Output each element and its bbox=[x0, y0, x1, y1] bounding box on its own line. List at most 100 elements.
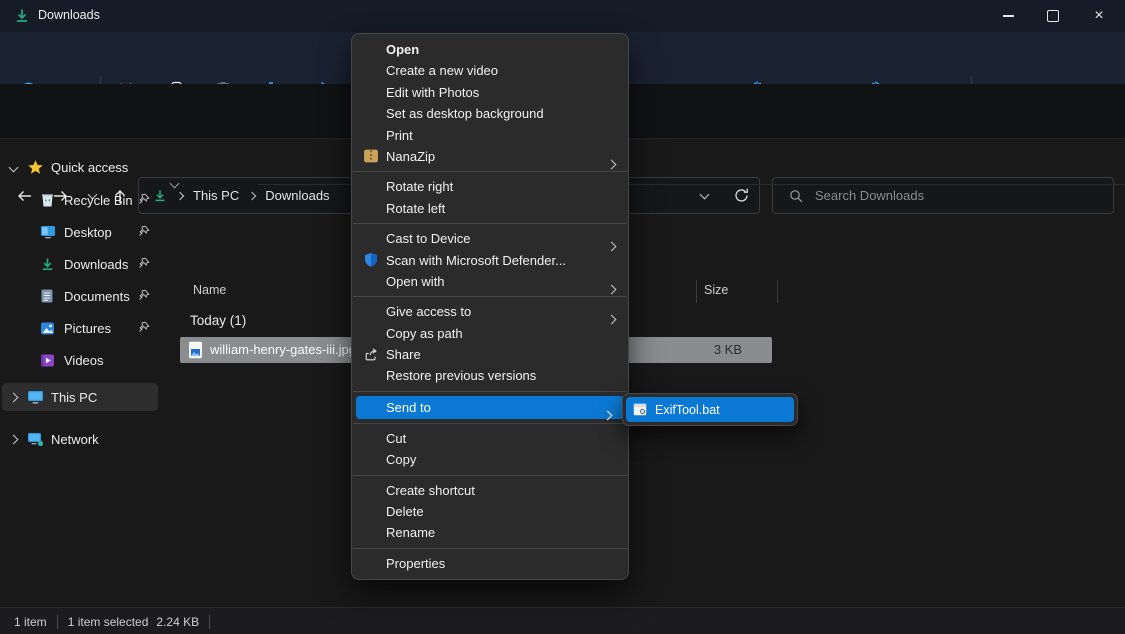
menu-item-give-access-to[interactable]: Give access to bbox=[352, 301, 628, 322]
desktop-icon bbox=[40, 225, 56, 239]
pictures-icon bbox=[40, 321, 55, 336]
group-collapse-icon[interactable] bbox=[170, 179, 180, 189]
minimize-button[interactable] bbox=[986, 0, 1030, 32]
status-divider bbox=[57, 615, 58, 629]
file-explorer-window: Downloads × New bbox=[0, 0, 1125, 634]
maximize-button[interactable] bbox=[1031, 0, 1075, 32]
menu-separator bbox=[353, 548, 627, 549]
file-name: william-henry-gates-iii.jpg bbox=[210, 342, 356, 357]
group-header[interactable]: Today (1) bbox=[190, 313, 246, 328]
menu-item-cast-to-device[interactable]: Cast to Device bbox=[352, 228, 628, 249]
pin-icon bbox=[138, 257, 150, 269]
network-icon bbox=[27, 432, 44, 447]
menu-item-set-desktop-background[interactable]: Set as desktop background bbox=[352, 103, 628, 124]
menu-item-rotate-right[interactable]: Rotate right bbox=[352, 176, 628, 197]
selection-count: 1 item selected bbox=[68, 615, 149, 629]
sidebar-item-label: Network bbox=[51, 432, 99, 447]
sidebar-item-label: Pictures bbox=[64, 321, 111, 336]
menu-item-restore-previous-versions[interactable]: Restore previous versions bbox=[352, 365, 628, 386]
chevron-right-icon bbox=[9, 434, 19, 444]
maximize-icon bbox=[1047, 10, 1059, 22]
column-header-size[interactable]: Size bbox=[704, 283, 728, 297]
downloads-app-icon bbox=[14, 8, 30, 24]
menu-item-delete[interactable]: Delete bbox=[352, 501, 628, 522]
sidebar-item-label: Downloads bbox=[64, 257, 128, 272]
menu-item-rotate-left[interactable]: Rotate left bbox=[352, 198, 628, 219]
sidebar-item-label: Videos bbox=[64, 353, 104, 368]
share-icon bbox=[363, 347, 379, 363]
column-divider[interactable] bbox=[696, 280, 697, 303]
menu-item-edit-with-photos[interactable]: Edit with Photos bbox=[352, 82, 628, 103]
item-count: 1 item bbox=[14, 615, 47, 629]
menu-item-print[interactable]: Print bbox=[352, 125, 628, 146]
sidebar-item-label: This PC bbox=[51, 390, 97, 405]
chevron-down-icon bbox=[9, 162, 19, 172]
submenu-arrow-icon bbox=[607, 160, 617, 170]
sidebar-item-videos[interactable]: Videos bbox=[2, 347, 158, 373]
sidebar-item-documents[interactable]: Documents bbox=[2, 283, 158, 309]
menu-item-nanazip[interactable]: NanaZip bbox=[352, 146, 628, 167]
menu-separator bbox=[353, 171, 627, 172]
sidebar-item-desktop[interactable]: Desktop bbox=[2, 219, 158, 245]
pin-icon bbox=[138, 289, 150, 301]
menu-item-copy-as-path[interactable]: Copy as path bbox=[352, 323, 628, 344]
sidebar-item-downloads[interactable]: Downloads bbox=[2, 251, 158, 277]
sidebar-item-network[interactable]: Network bbox=[2, 426, 158, 452]
menu-separator bbox=[353, 391, 627, 392]
recycle-bin-icon bbox=[40, 192, 55, 208]
menu-item-rename[interactable]: Rename bbox=[352, 522, 628, 543]
videos-icon bbox=[40, 353, 55, 368]
pin-icon bbox=[138, 225, 150, 237]
status-bar: 1 item 1 item selected 2.24 KB bbox=[0, 607, 1125, 634]
sidebar-item-label: Quick access bbox=[51, 160, 128, 175]
menu-item-create-new-video[interactable]: Create a new video bbox=[352, 60, 628, 81]
column-divider[interactable] bbox=[777, 280, 778, 303]
menu-item-properties[interactable]: Properties bbox=[352, 553, 628, 574]
menu-separator bbox=[353, 475, 627, 476]
close-icon: × bbox=[1094, 8, 1103, 24]
menu-item-open-with[interactable]: Open with bbox=[352, 271, 628, 292]
menu-item-scan-with-defender[interactable]: Scan with Microsoft Defender... bbox=[352, 250, 628, 271]
menu-item-open[interactable]: Open bbox=[352, 39, 628, 60]
defender-shield-icon bbox=[363, 252, 379, 268]
sidebar-item-recycle-bin[interactable]: Recycle Bin bbox=[2, 187, 158, 213]
sidebar-item-label: Desktop bbox=[64, 225, 112, 240]
menu-item-cut[interactable]: Cut bbox=[352, 428, 628, 449]
jpg-file-icon bbox=[188, 341, 203, 359]
menu-item-send-to[interactable]: Send to bbox=[356, 396, 624, 419]
menu-item-share[interactable]: Share bbox=[352, 344, 628, 365]
file-size: 3 KB bbox=[714, 342, 742, 357]
close-button[interactable]: × bbox=[1077, 0, 1121, 32]
this-pc-icon bbox=[27, 390, 44, 405]
menu-item-copy[interactable]: Copy bbox=[352, 449, 628, 470]
downloads-folder-icon bbox=[40, 257, 55, 272]
column-header-name[interactable]: Name bbox=[193, 283, 226, 297]
menu-separator bbox=[353, 296, 627, 297]
menu-item-create-shortcut[interactable]: Create shortcut bbox=[352, 480, 628, 501]
nanazip-icon bbox=[363, 148, 379, 164]
sidebar-item-quick-access[interactable]: Quick access bbox=[2, 154, 158, 180]
sidebar-item-this-pc[interactable]: This PC bbox=[2, 383, 158, 411]
submenu-item-label: ExifTool.bat bbox=[655, 403, 720, 417]
sidebar-item-label: Recycle Bin bbox=[64, 193, 133, 208]
window-title: Downloads bbox=[38, 8, 100, 22]
menu-separator bbox=[353, 423, 627, 424]
sidebar-item-pictures[interactable]: Pictures bbox=[2, 315, 158, 341]
submenu-item-exiftool[interactable]: ExifTool.bat bbox=[626, 397, 794, 422]
pin-icon bbox=[138, 193, 150, 205]
documents-icon bbox=[40, 288, 54, 304]
menu-separator bbox=[353, 223, 627, 224]
context-menu: Open Create a new video Edit with Photos… bbox=[351, 33, 629, 580]
file-list-pane: Name Size Today (1) william-henry-gates-… bbox=[160, 138, 1125, 607]
star-icon bbox=[27, 159, 44, 176]
bat-file-icon bbox=[633, 403, 647, 416]
chevron-right-icon bbox=[9, 392, 19, 402]
titlebar: Downloads × bbox=[0, 0, 1125, 32]
pin-icon bbox=[138, 321, 150, 333]
status-divider bbox=[209, 615, 210, 629]
send-to-submenu: ExifTool.bat bbox=[622, 393, 798, 426]
minimize-icon bbox=[1003, 15, 1014, 16]
sidebar: Quick access Recycle Bin Desktop bbox=[0, 138, 160, 607]
sidebar-item-label: Documents bbox=[64, 289, 130, 304]
submenu-arrow-icon bbox=[603, 410, 613, 420]
